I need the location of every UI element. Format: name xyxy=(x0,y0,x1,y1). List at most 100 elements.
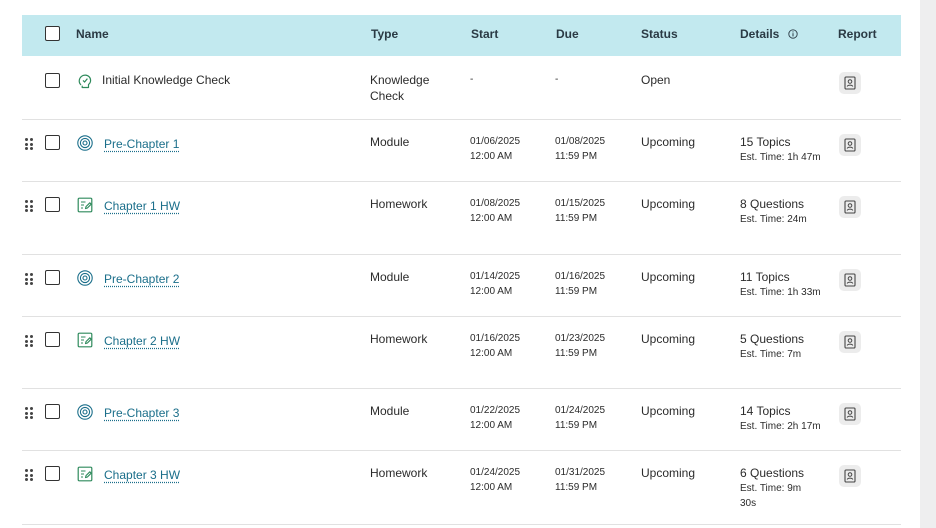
drag-handle-icon[interactable] xyxy=(25,335,33,347)
detail-count: 8 Questions xyxy=(740,197,805,211)
detail-est-time: Est. Time: 2h 17m xyxy=(740,421,821,432)
report-button[interactable] xyxy=(839,196,861,218)
row-checkbox[interactable] xyxy=(45,197,60,212)
detail-count: 15 Topics xyxy=(740,135,791,149)
status-label: Upcoming xyxy=(641,466,696,480)
detail-est-time: Est. Time: 24m xyxy=(740,214,807,225)
target-icon xyxy=(76,269,94,287)
status-label: Upcoming xyxy=(641,270,696,284)
start-date: 01/06/2025 xyxy=(470,136,521,147)
type-label: Module xyxy=(370,135,410,149)
start-date: 01/16/2025 xyxy=(470,333,521,344)
drag-handle-icon[interactable] xyxy=(25,469,33,481)
drag-handle-icon[interactable] xyxy=(25,200,33,212)
report-button[interactable] xyxy=(839,72,861,94)
assignments-panel: Name Type Start Due Status Details Repor… xyxy=(0,0,920,528)
start-date: 01/22/2025 xyxy=(470,405,521,416)
due-time: 11:59 PM xyxy=(555,420,598,431)
target-icon xyxy=(76,403,94,421)
due-time: 11:59 PM xyxy=(555,151,598,162)
assignment-link[interactable]: Pre-Chapter 2 xyxy=(104,272,179,286)
status-label: Open xyxy=(641,73,671,87)
report-button[interactable] xyxy=(839,465,861,487)
detail-est-time-cont: 30s xyxy=(740,498,757,509)
info-icon[interactable] xyxy=(788,29,798,39)
due-date: 01/16/2025 xyxy=(555,271,606,282)
report-button[interactable] xyxy=(839,134,861,156)
report-button[interactable] xyxy=(839,269,861,291)
row-divider xyxy=(22,388,901,389)
due-date: 01/23/2025 xyxy=(555,333,606,344)
due-date: - xyxy=(555,74,559,85)
detail-est-time: Est. Time: 9m xyxy=(740,483,802,494)
status-label: Upcoming xyxy=(641,332,696,346)
start-date: 01/08/2025 xyxy=(470,198,521,209)
detail-count: 14 Topics xyxy=(740,404,791,418)
row-divider xyxy=(22,181,901,182)
row-checkbox[interactable] xyxy=(45,135,60,150)
header-status[interactable]: Status xyxy=(641,27,678,41)
row-checkbox[interactable] xyxy=(45,73,60,88)
assignment-link[interactable]: Pre-Chapter 1 xyxy=(104,137,179,151)
target-icon xyxy=(76,134,94,152)
start-date: 01/14/2025 xyxy=(470,271,521,282)
report-button[interactable] xyxy=(839,403,861,425)
detail-est-time: Est. Time: 7m xyxy=(740,349,802,360)
row-divider xyxy=(22,254,901,255)
detail-count: 5 Questions xyxy=(740,332,805,346)
header-type[interactable]: Type xyxy=(371,27,398,41)
start-time: 12:00 AM xyxy=(470,482,513,493)
header-name[interactable]: Name xyxy=(76,27,109,41)
row-checkbox[interactable] xyxy=(45,404,60,419)
type-label-line2: Check xyxy=(370,89,405,103)
type-label: Homework xyxy=(370,332,428,346)
due-time: 11:59 PM xyxy=(555,348,598,359)
status-label: Upcoming xyxy=(641,197,696,211)
header-details: Details xyxy=(740,27,780,41)
report-button[interactable] xyxy=(839,331,861,353)
due-date: 01/08/2025 xyxy=(555,136,606,147)
assignment-link[interactable]: Pre-Chapter 3 xyxy=(104,406,179,420)
due-date: 01/15/2025 xyxy=(555,198,606,209)
assignment-link[interactable]: Chapter 3 HW xyxy=(104,468,180,482)
type-label: Module xyxy=(370,404,410,418)
start-time: 12:00 AM xyxy=(470,348,513,359)
knowledge-check-icon xyxy=(76,72,94,90)
detail-count: 6 Questions xyxy=(740,466,805,480)
row-checkbox[interactable] xyxy=(45,332,60,347)
start-date: 01/24/2025 xyxy=(470,467,521,478)
detail-est-time: Est. Time: 1h 47m xyxy=(740,152,821,163)
drag-handle-icon[interactable] xyxy=(25,407,33,419)
type-label: Module xyxy=(370,270,410,284)
drag-handle-icon[interactable] xyxy=(25,138,33,150)
drag-handle-icon[interactable] xyxy=(25,273,33,285)
due-time: 11:59 PM xyxy=(555,286,598,297)
assignment-link[interactable]: Chapter 2 HW xyxy=(104,334,180,348)
homework-icon xyxy=(76,331,94,349)
start-time: 12:00 AM xyxy=(470,286,513,297)
row-checkbox[interactable] xyxy=(45,466,60,481)
header-report: Report xyxy=(838,27,877,41)
row-divider xyxy=(22,119,901,120)
row-divider xyxy=(22,450,901,451)
due-time: 11:59 PM xyxy=(555,213,598,224)
select-all-checkbox[interactable] xyxy=(45,26,60,41)
homework-icon xyxy=(76,196,94,214)
start-date: - xyxy=(470,74,474,85)
row-checkbox[interactable] xyxy=(45,270,60,285)
due-date: 01/31/2025 xyxy=(555,467,606,478)
assignment-link[interactable]: Chapter 1 HW xyxy=(104,199,180,213)
scrollbar-track[interactable] xyxy=(920,0,936,528)
row-divider xyxy=(22,524,901,525)
due-date: 01/24/2025 xyxy=(555,405,606,416)
header-start[interactable]: Start xyxy=(471,27,498,41)
start-time: 12:00 AM xyxy=(470,213,513,224)
due-time: 11:59 PM xyxy=(555,482,598,493)
start-time: 12:00 AM xyxy=(470,420,513,431)
assignment-name: Initial Knowledge Check xyxy=(102,73,231,87)
detail-count: 11 Topics xyxy=(740,270,790,284)
start-time: 12:00 AM xyxy=(470,151,513,162)
type-label: Homework xyxy=(370,197,428,211)
header-due[interactable]: Due xyxy=(556,27,579,41)
row-divider xyxy=(22,316,901,317)
